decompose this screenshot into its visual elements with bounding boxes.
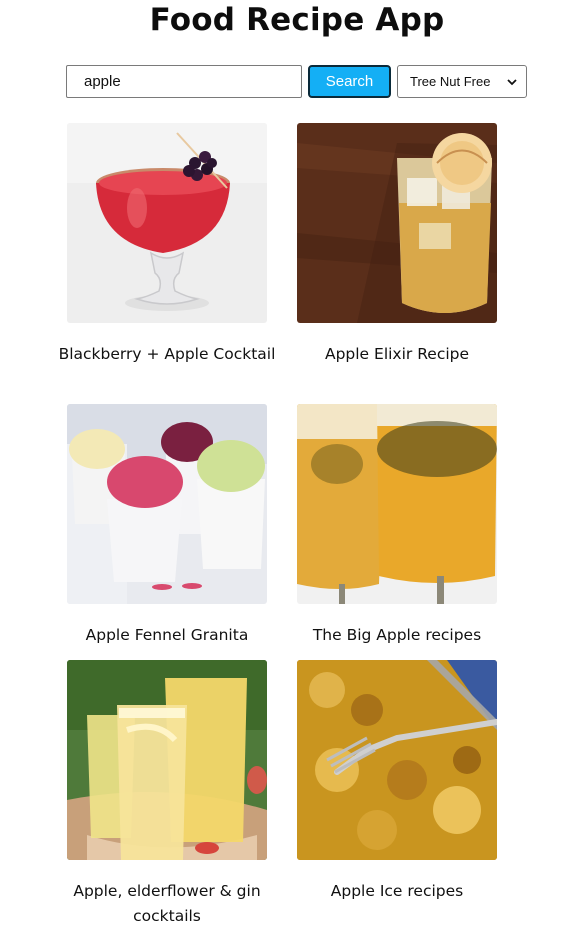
recipe-card[interactable]: Apple Elixir Recipe (297, 123, 497, 363)
recipe-image[interactable] (67, 660, 267, 860)
recipe-image[interactable] (297, 660, 497, 860)
recipe-title[interactable]: Apple Fennel Granita (47, 623, 287, 648)
recipe-title[interactable]: Apple Ice recipes (277, 879, 517, 904)
recipe-card[interactable]: Apple Ice recipes (297, 660, 497, 900)
recipe-card[interactable]: Blackberry + Apple Cocktail (59, 123, 275, 363)
recipe-card[interactable]: Apple, elderflower & gin cocktails (67, 660, 267, 925)
search-button[interactable]: Search (308, 65, 391, 98)
chevron-down-icon (507, 79, 517, 86)
app-root: Food Recipe App Search Tree Nut Free (0, 0, 579, 939)
recipe-card[interactable]: The Big Apple recipes (297, 404, 497, 644)
filter-selected-value: Tree Nut Free (410, 74, 491, 89)
search-bar: Search Tree Nut Free (0, 65, 579, 99)
recipe-image[interactable] (297, 123, 497, 323)
recipe-title[interactable]: The Big Apple recipes (277, 623, 517, 648)
recipe-title[interactable]: Apple, elderflower & gin cocktails (47, 879, 287, 929)
page-title: Food Recipe App (149, 2, 445, 38)
recipe-image[interactable] (67, 404, 267, 604)
diet-filter-select[interactable]: Tree Nut Free (397, 65, 527, 98)
recipe-image[interactable] (297, 404, 497, 604)
search-input[interactable] (66, 65, 302, 98)
recipe-card[interactable]: Apple Fennel Granita (67, 404, 267, 644)
recipe-image[interactable] (67, 123, 267, 323)
recipe-title[interactable]: Apple Elixir Recipe (277, 342, 517, 367)
recipe-title[interactable]: Blackberry + Apple Cocktail (47, 342, 287, 367)
